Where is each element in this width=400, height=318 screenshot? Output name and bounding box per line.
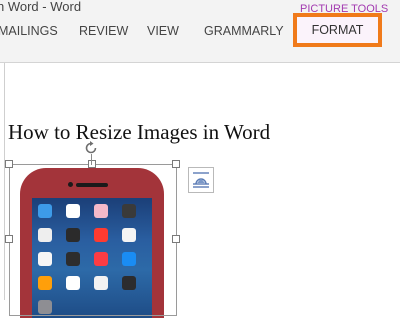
layout-options-icon bbox=[193, 172, 209, 188]
resize-handle-top-right[interactable] bbox=[172, 160, 180, 168]
tab-format-label: FORMAT bbox=[311, 23, 364, 37]
resize-handle-right[interactable] bbox=[172, 235, 180, 243]
layout-options-button[interactable] bbox=[188, 167, 214, 193]
tab-format[interactable]: FORMAT bbox=[293, 13, 382, 47]
document-page[interactable]: How to Resize Images in Word bbox=[0, 63, 400, 318]
document-heading[interactable]: How to Resize Images in Word bbox=[8, 120, 270, 145]
window-title: n Word - Word bbox=[0, 0, 82, 14]
resize-handle-top-left[interactable] bbox=[5, 160, 13, 168]
ribbon: n Word - Word PICTURE TOOLS MAILINGS REV… bbox=[0, 0, 400, 63]
tab-view[interactable]: VIEW bbox=[147, 24, 179, 38]
page-margin-line bbox=[4, 63, 5, 300]
tab-grammarly[interactable]: GRAMMARLY bbox=[204, 24, 284, 38]
rotate-handle-icon[interactable] bbox=[83, 140, 99, 156]
resize-handle-left[interactable] bbox=[5, 235, 13, 243]
tab-mailings[interactable]: MAILINGS bbox=[0, 24, 58, 38]
tab-review[interactable]: REVIEW bbox=[79, 24, 128, 38]
resize-handle-top[interactable] bbox=[88, 160, 96, 168]
picture-selection-frame bbox=[9, 164, 177, 316]
